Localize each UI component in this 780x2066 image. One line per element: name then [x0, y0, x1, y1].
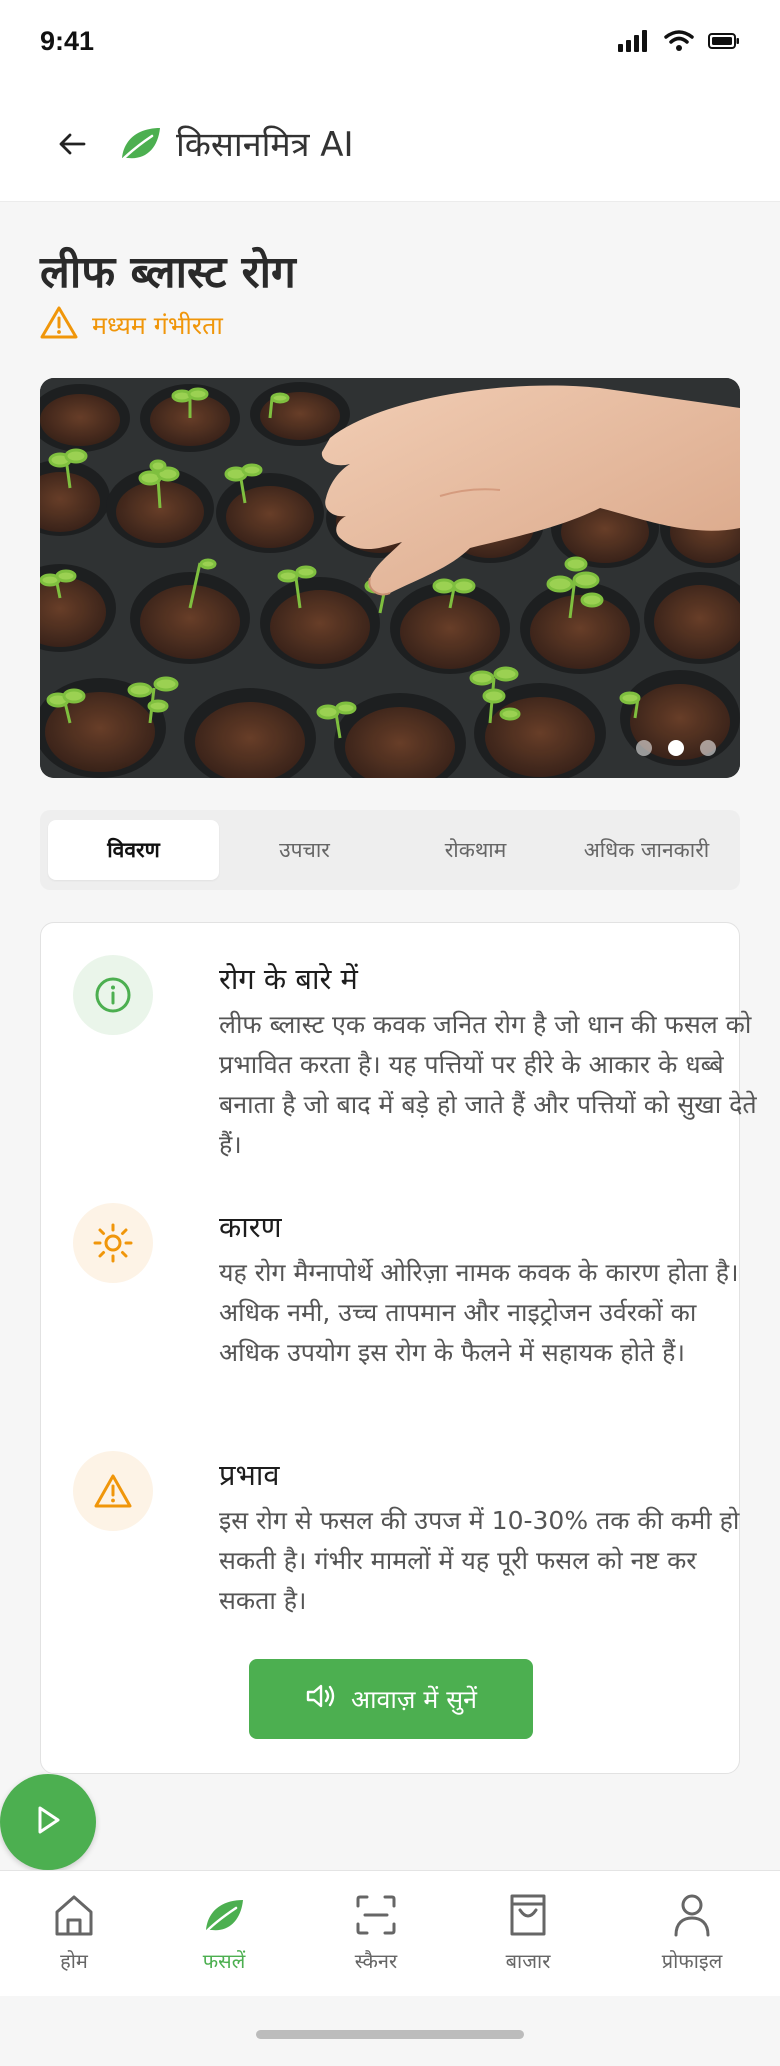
section-title: प्रभाव	[219, 1458, 280, 1492]
carousel-dot[interactable]	[700, 740, 716, 756]
shopping-bag-icon	[468, 1889, 588, 1941]
status-time: 9:41	[40, 26, 95, 56]
leaf-icon	[164, 1889, 284, 1941]
severity-label: मध्यम गंभीरता	[92, 311, 223, 340]
disease-info-card: रोग के बारे में लीफ ब्लास्ट एक कवक जनित …	[40, 922, 757, 1774]
tab-more-info[interactable]: अधिक जानकारी	[561, 820, 732, 880]
speaker-icon	[305, 1683, 337, 1715]
tab-prevention[interactable]: रोकथाम	[390, 820, 561, 880]
section-cause: कारण यह रोग मैग्नापोर्थे ओरिज़ा नामक कवक…	[73, 1203, 739, 1413]
back-button[interactable]	[52, 126, 92, 166]
nav-profile[interactable]: प्रोफाइल	[632, 1889, 752, 1974]
seedling-tray-image	[40, 378, 740, 778]
section-title: रोग के बारे में	[219, 962, 358, 996]
nav-label: स्कैनर	[354, 1949, 398, 1973]
section-text: लीफ ब्लास्ट एक कवक जनित रोग है जो धान की…	[219, 1010, 757, 1159]
bottom-navigation: होम फसलें स्कैनर बाजार प्रोफाइल	[0, 1870, 780, 1996]
warning-icon	[40, 306, 78, 344]
nav-scanner[interactable]: स्कैनर	[316, 1889, 436, 1974]
play-icon	[33, 1804, 63, 1840]
user-icon	[632, 1889, 752, 1941]
wifi-icon	[664, 30, 694, 56]
home-indicator[interactable]	[256, 2030, 524, 2039]
sun-icon	[73, 1203, 153, 1283]
warning-icon	[73, 1451, 153, 1531]
app-header: किसानमित्र AI	[0, 88, 780, 202]
nav-crops[interactable]: फसलें	[164, 1889, 284, 1974]
battery-icon	[708, 32, 740, 54]
play-fab-button[interactable]	[0, 1774, 96, 1870]
leaf-logo-icon	[118, 124, 162, 168]
tab-details[interactable]: विवरण	[48, 820, 219, 880]
disease-image-carousel[interactable]	[40, 378, 740, 778]
nav-home[interactable]: होम	[14, 1889, 134, 1974]
signal-icon	[618, 30, 650, 56]
section-text: यह रोग मैग्नापोर्थे ओरिज़ा नामक कवक के क…	[219, 1258, 739, 1367]
severity-badge: मध्यम गंभीरता	[40, 306, 223, 344]
section-title: कारण	[219, 1210, 282, 1244]
section-text: इस रोग से फसल की उपज में 10-30% तक की कम…	[219, 1506, 740, 1615]
carousel-dot-active[interactable]	[668, 740, 684, 756]
listen-button-label: आवाज़ में सुनें	[350, 1685, 478, 1714]
status-icons	[618, 30, 740, 56]
scan-icon	[316, 1889, 436, 1941]
section-about: रोग के बारे में लीफ ब्लास्ट एक कवक जनित …	[73, 955, 757, 1165]
tab-treatment[interactable]: उपचार	[219, 820, 390, 880]
tab-bar: विवरण उपचार रोकथाम अधिक जानकारी	[40, 810, 740, 890]
app-brand-name: किसानमित्र AI	[176, 125, 354, 165]
status-bar: 9:41	[0, 0, 780, 88]
carousel-indicators	[636, 740, 716, 756]
nav-label: प्रोफाइल	[661, 1949, 723, 1973]
nav-market[interactable]: बाजार	[468, 1889, 588, 1974]
carousel-dot[interactable]	[636, 740, 652, 756]
section-impact: प्रभाव इस रोग से फसल की उपज में 10-30% त…	[73, 1451, 739, 1631]
home-indicator-area	[0, 1996, 780, 2066]
nav-label: फसलें	[202, 1949, 246, 1973]
arrow-left-icon	[58, 132, 86, 160]
listen-audio-button[interactable]: आवाज़ में सुनें	[249, 1659, 533, 1739]
nav-label: बाजार	[505, 1949, 551, 1973]
nav-label: होम	[60, 1949, 88, 1973]
page-title: लीफ ब्लास्ट रोग	[40, 247, 296, 298]
info-icon	[73, 955, 153, 1035]
home-icon	[14, 1889, 134, 1941]
